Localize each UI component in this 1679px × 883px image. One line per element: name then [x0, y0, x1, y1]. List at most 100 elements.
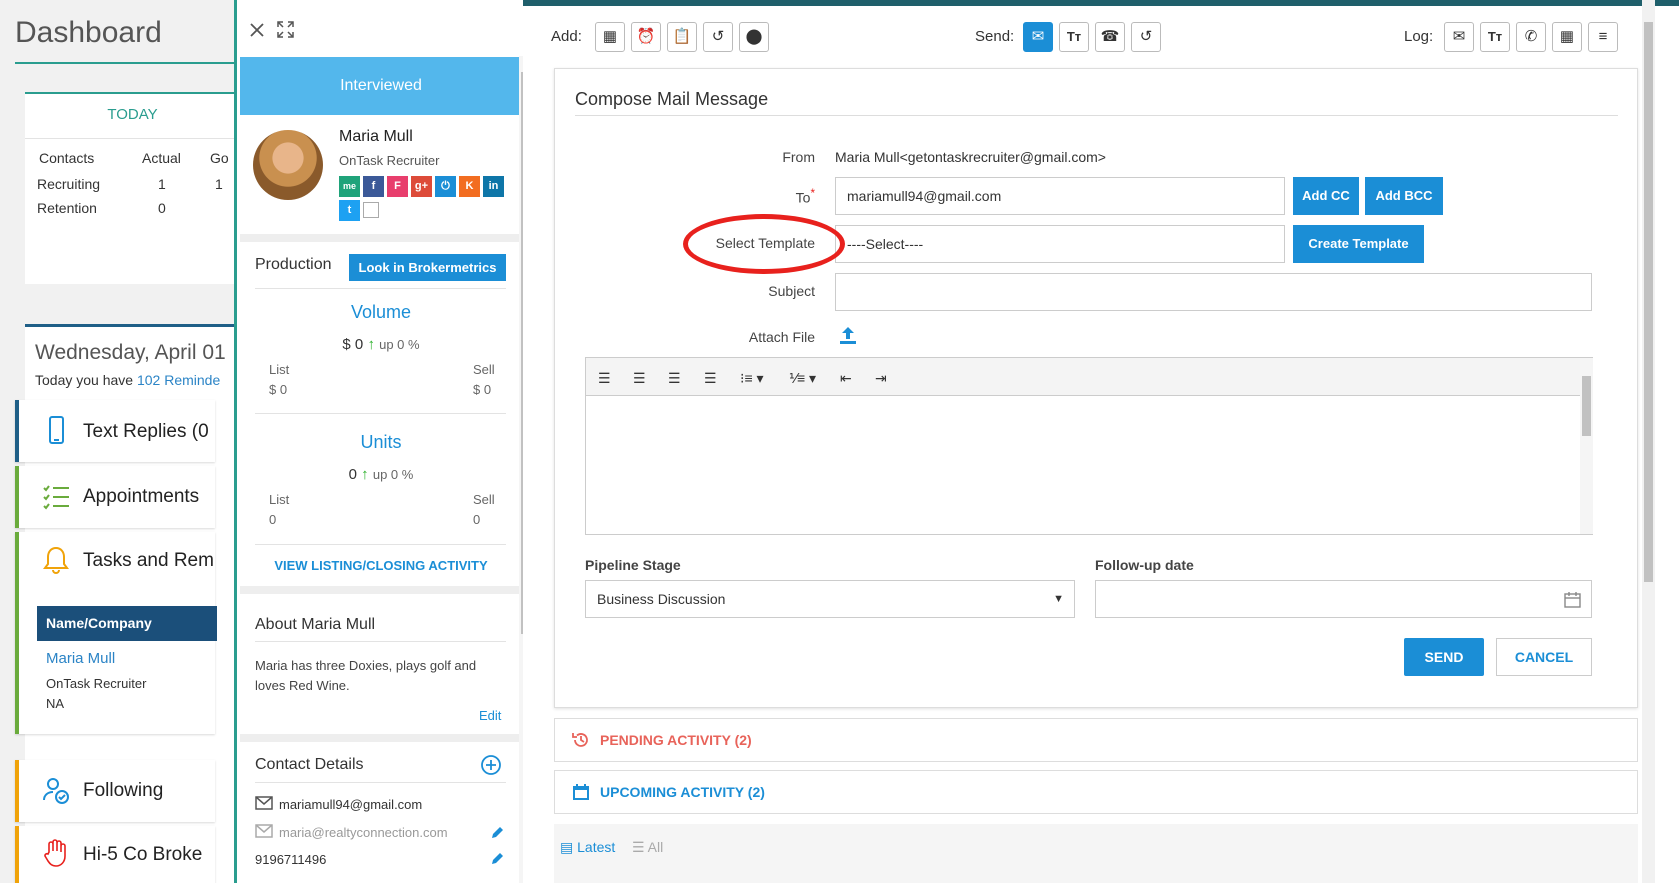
add-appointment-button[interactable]: ▦: [595, 22, 625, 52]
row-goal: 1: [215, 176, 223, 192]
align-left-icon[interactable]: ☰: [598, 370, 611, 387]
align-center-icon[interactable]: ☰: [633, 370, 646, 387]
volume-change: up 0 %: [379, 337, 420, 352]
divider: [255, 544, 506, 545]
view-activity-link[interactable]: VIEW LISTING/CLOSING ACTIVITY: [240, 558, 522, 573]
log-call-button[interactable]: ✆: [1516, 22, 1546, 52]
create-template-button[interactable]: Create Template: [1293, 225, 1424, 263]
units-value: 0: [348, 466, 357, 483]
add-cc-button[interactable]: Add CC: [1293, 177, 1359, 215]
contact-title: OnTask Recruiter: [339, 153, 440, 168]
send-email-button[interactable]: ✉: [1023, 22, 1053, 52]
subject-input[interactable]: [835, 273, 1592, 311]
cancel-button[interactable]: CANCEL: [1496, 638, 1592, 676]
reminder-link[interactable]: 102 Reminde: [137, 372, 220, 388]
task-contact-link[interactable]: Maria Mull: [46, 650, 115, 667]
send-text-button[interactable]: Tт: [1059, 22, 1089, 52]
secondary-email[interactable]: maria@realtyconnection.com: [279, 825, 448, 840]
editor-scroll-thumb[interactable]: [1582, 376, 1591, 436]
text-replies-block[interactable]: Text Replies (0: [15, 400, 215, 462]
followup-date-input[interactable]: [1095, 580, 1592, 618]
units-title: Units: [360, 432, 402, 452]
volume-value-row: $ 0 ↑ up 0 %: [240, 336, 522, 353]
tab-latest-label: Latest: [577, 839, 616, 855]
add-followup-button[interactable]: ↺: [703, 22, 733, 52]
mail-icon: [255, 824, 273, 838]
tab-all[interactable]: ☰ All: [632, 839, 663, 856]
add-task-button[interactable]: 📋: [667, 22, 697, 52]
pending-activity-section[interactable]: PENDING ACTIVITY (2): [554, 718, 1638, 762]
arrow-up-icon: ↑: [361, 466, 369, 483]
pipeline-select[interactable]: Business Discussion ▼: [585, 580, 1075, 618]
following-block[interactable]: Following: [15, 760, 215, 822]
indent-icon[interactable]: ⇥: [875, 370, 887, 387]
compose-title: Compose Mail Message: [575, 89, 769, 109]
col-goal: Go: [210, 150, 229, 166]
divider: [25, 138, 238, 139]
f-social-icon[interactable]: F: [387, 176, 408, 197]
facebook-icon[interactable]: f: [363, 176, 384, 197]
list-icon: ▤: [560, 839, 578, 855]
power-icon[interactable]: ⏻: [435, 176, 456, 197]
phone-number[interactable]: 9196711496: [255, 852, 326, 867]
tasks-block[interactable]: Tasks and Rem Name/Company Maria Mull On…: [15, 532, 217, 734]
outdent-icon[interactable]: ⇤: [840, 370, 852, 387]
primary-email[interactable]: mariamull94@gmail.com: [279, 797, 422, 812]
pencil-icon[interactable]: [490, 852, 504, 866]
message-editor[interactable]: ☰ ☰ ☰ ☰ ⁝≡ ▾ ⅟≡ ▾ ⇤ ⇥: [585, 357, 1593, 535]
send-followup-button[interactable]: ↺: [1131, 22, 1161, 52]
send-button[interactable]: SEND: [1404, 638, 1484, 676]
log-text-button[interactable]: Tт: [1480, 22, 1510, 52]
align-justify-icon[interactable]: ☰: [704, 370, 717, 387]
block-label: Following: [83, 780, 164, 801]
add-toggle-button[interactable]: ⬤: [739, 22, 769, 52]
add-detail-icon[interactable]: [480, 754, 502, 776]
attach-label: Attach File: [748, 329, 815, 345]
linkedin-icon[interactable]: in: [483, 176, 504, 197]
expand-icon[interactable]: [277, 21, 294, 38]
col-actual: Actual: [142, 150, 181, 166]
upcoming-activity-label: UPCOMING ACTIVITY (2): [600, 784, 765, 800]
volume-value: $ 0: [342, 336, 364, 353]
log-appointment-button[interactable]: ▦: [1552, 22, 1582, 52]
upload-icon[interactable]: [839, 325, 857, 345]
editor-scrollbar[interactable]: [1580, 358, 1593, 534]
add-bcc-button[interactable]: Add BCC: [1365, 177, 1443, 215]
log-note-button[interactable]: ≡: [1588, 22, 1618, 52]
tab-latest[interactable]: ▤ Latest: [560, 839, 615, 856]
arrow-up-icon: ↑: [367, 336, 375, 353]
k-social-icon[interactable]: K: [459, 176, 480, 197]
google-plus-icon[interactable]: g+: [411, 176, 432, 197]
hi5-block[interactable]: Hi-5 Co Broke: [15, 826, 215, 883]
brokermetrics-button[interactable]: Look in Brokermetrics: [349, 254, 506, 281]
row-actual: 0: [158, 200, 166, 216]
log-email-button[interactable]: ✉: [1444, 22, 1474, 52]
send-voice-button[interactable]: ☎: [1095, 22, 1125, 52]
add-reminder-button[interactable]: ⏰: [631, 22, 661, 52]
pencil-icon[interactable]: [490, 826, 504, 840]
edit-about-link[interactable]: Edit: [479, 708, 501, 723]
me-icon[interactable]: me: [339, 176, 360, 197]
to-label: To*: [675, 187, 815, 206]
divider: [255, 288, 506, 289]
volume-sell-label: Sell: [473, 362, 495, 377]
task-region: NA: [46, 696, 65, 711]
align-right-icon[interactable]: ☰: [668, 370, 681, 387]
appointments-block[interactable]: Appointments: [15, 466, 215, 528]
numbered-list-icon[interactable]: ⅟≡ ▾: [789, 370, 816, 387]
calendar-icon[interactable]: [1564, 591, 1581, 608]
block-label: Tasks and Rem: [83, 550, 214, 571]
upcoming-activity-section[interactable]: UPCOMING ACTIVITY (2): [554, 770, 1638, 814]
panel-topbar: [237, 0, 523, 56]
contact-name: Maria Mull: [339, 128, 413, 145]
broken-image-icon: [363, 202, 379, 218]
production-label: Production: [255, 256, 332, 273]
template-select[interactable]: ----Select----: [835, 225, 1285, 263]
to-input[interactable]: mariamull94@gmail.com: [835, 177, 1285, 215]
main-scroll-thumb[interactable]: [1644, 22, 1653, 582]
bullet-list-icon[interactable]: ⁝≡ ▾: [740, 370, 764, 387]
close-icon[interactable]: [249, 22, 265, 38]
main-scrollbar[interactable]: [1642, 0, 1655, 883]
units-change: up 0 %: [372, 467, 414, 482]
twitter-icon[interactable]: t: [339, 200, 360, 221]
